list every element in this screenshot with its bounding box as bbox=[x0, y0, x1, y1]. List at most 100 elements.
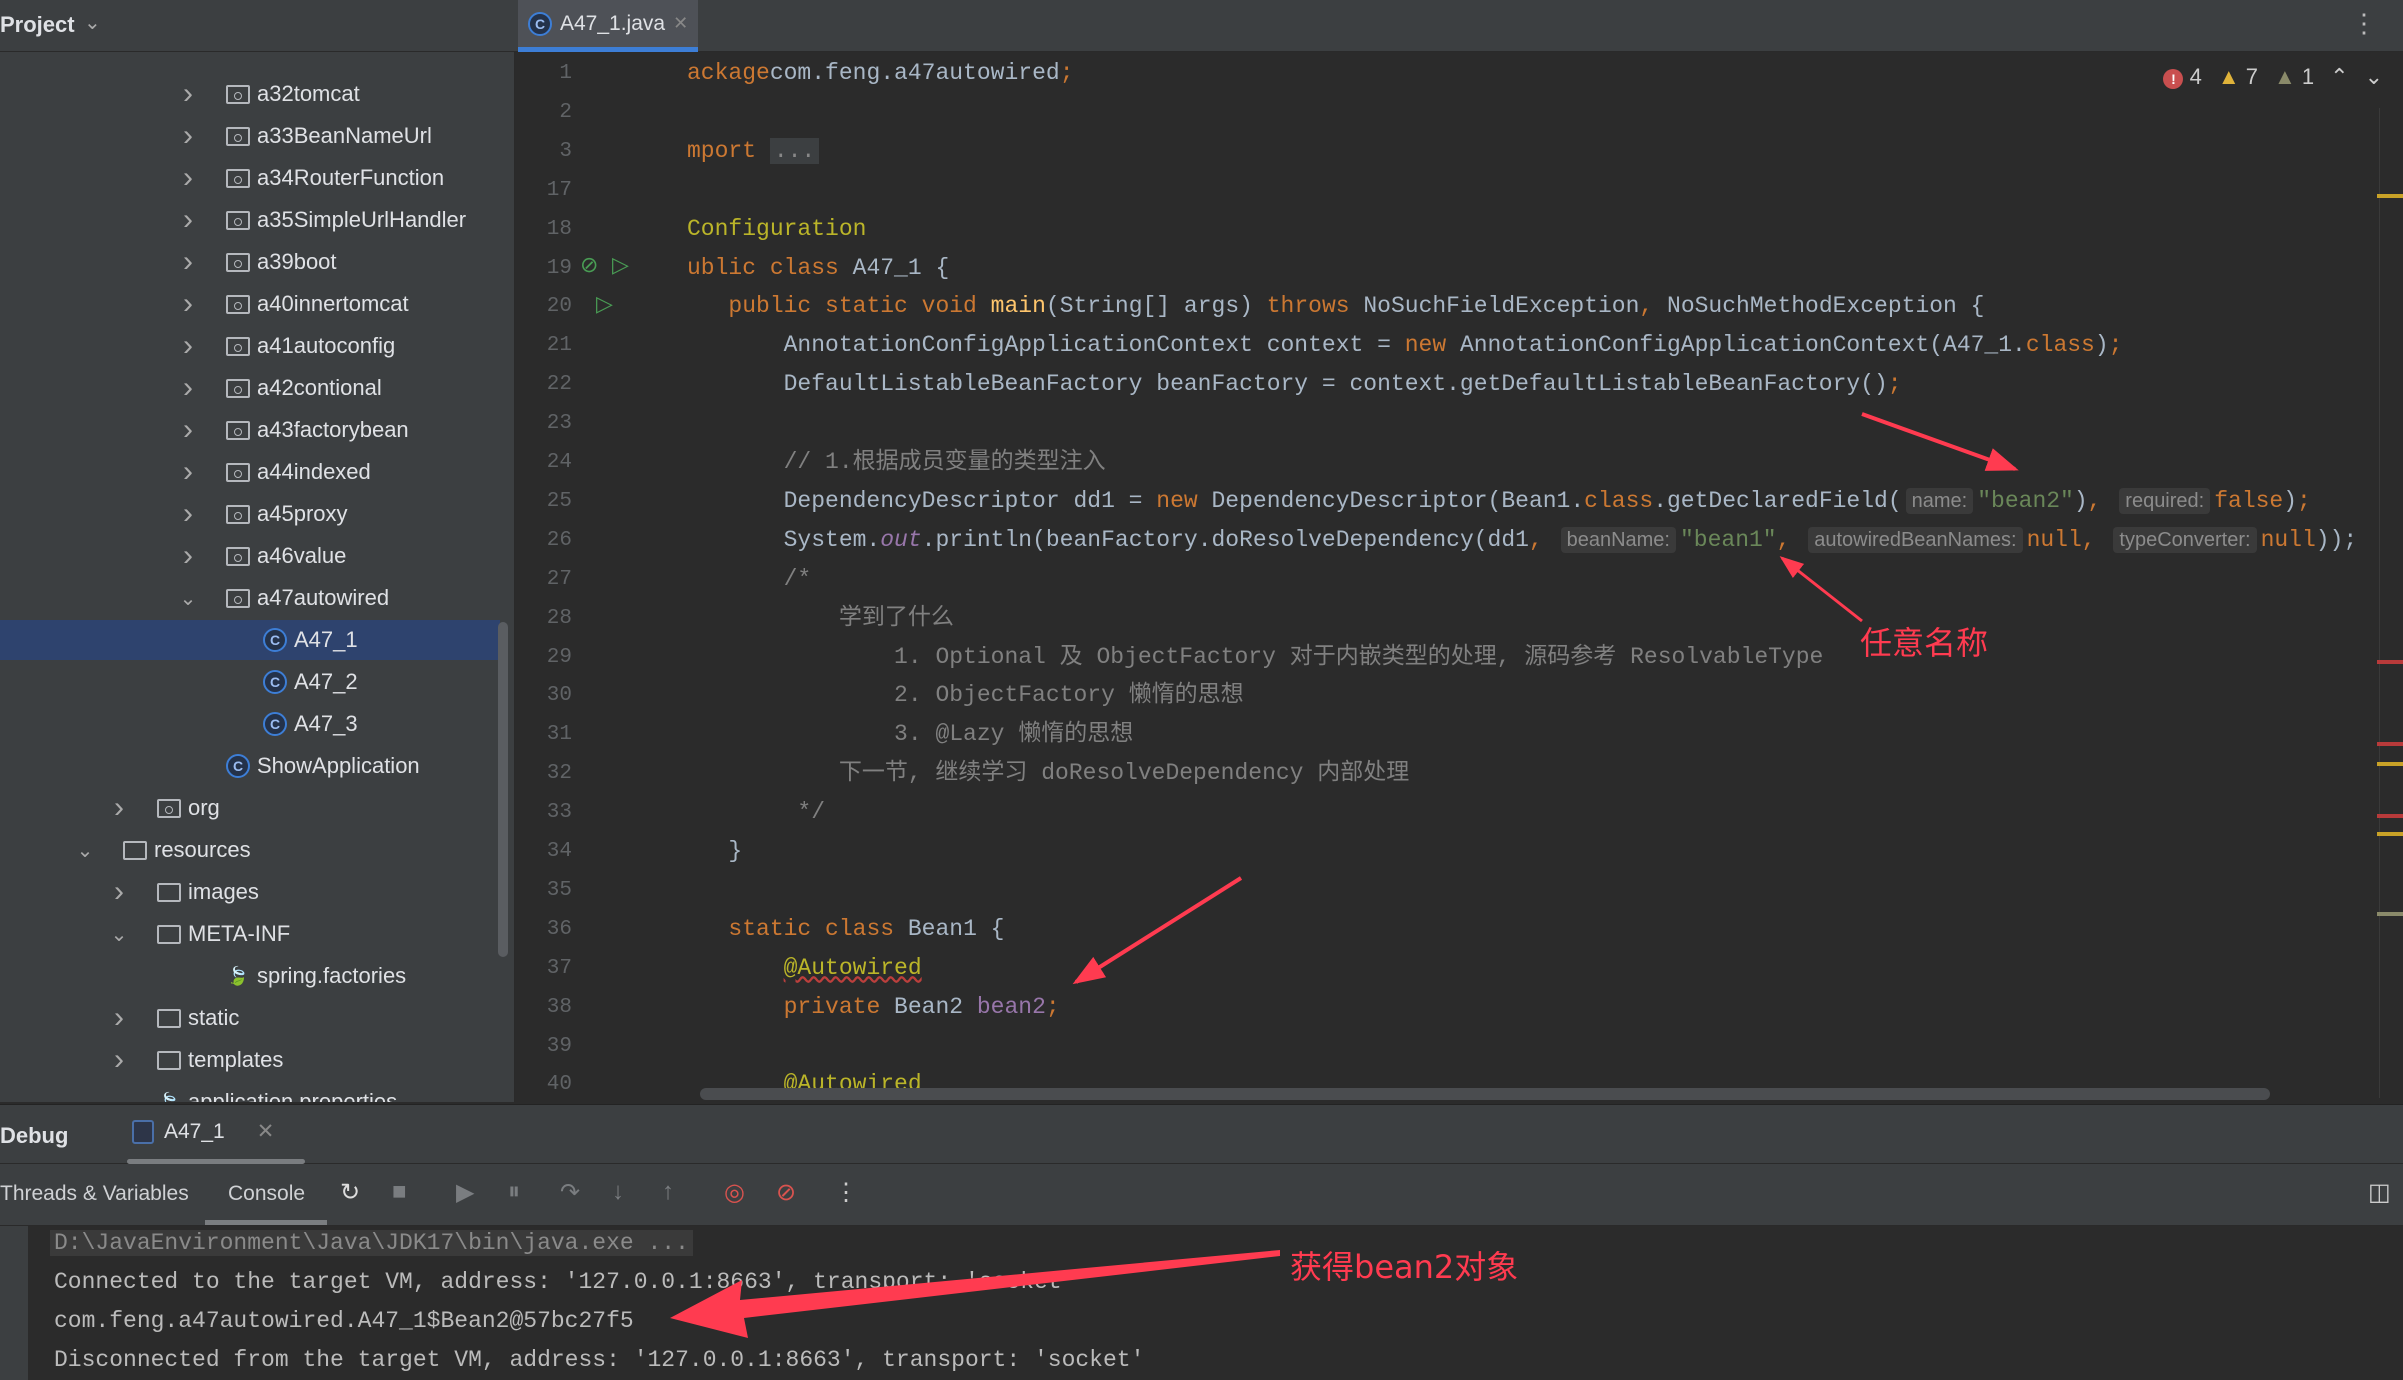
bean-icon[interactable]: ⊘ bbox=[580, 252, 598, 278]
tab-threads-variables[interactable]: Threads & Variables bbox=[0, 1182, 189, 1206]
more-options-icon[interactable]: ⋮ bbox=[2351, 8, 2377, 39]
horizontal-scrollbar[interactable] bbox=[700, 1088, 2270, 1100]
more-icon[interactable]: ⋮ bbox=[834, 1178, 858, 1207]
chevron-down-icon[interactable]: ⌄ bbox=[109, 922, 129, 947]
tree-item[interactable]: › a45proxy bbox=[0, 494, 500, 534]
tree-item[interactable]: › a34RouterFunction bbox=[0, 158, 500, 198]
code-editor[interactable]: ! 4 ▲ 7 ▲ 1 ⌃ ⌄ 1 ackagecom.feng.a47autow… bbox=[516, 52, 2403, 1102]
tree-item[interactable]: ⌄ resources bbox=[0, 830, 500, 870]
code-line[interactable]: AnnotationConfigApplicationContext conte… bbox=[687, 326, 2123, 365]
resume-icon[interactable]: ▶ bbox=[456, 1178, 474, 1207]
console-output[interactable]: D:\JavaEnvironment\Java\JDK17\bin\java.e… bbox=[0, 1226, 2403, 1380]
code-line[interactable]: /* bbox=[687, 560, 812, 599]
code-line[interactable]: DefaultListableBeanFactory beanFactory =… bbox=[687, 365, 1902, 404]
tab-a47-1-java[interactable]: C A47_1.java ✕ bbox=[518, 0, 698, 52]
close-icon[interactable]: ✕ bbox=[257, 1119, 275, 1144]
code-line[interactable]: ublic class A47_1 { bbox=[687, 249, 949, 288]
pause-icon[interactable]: ⏸ bbox=[508, 1178, 520, 1206]
chevron-right-icon[interactable]: › bbox=[178, 161, 198, 195]
tree-item[interactable]: › a33BeanNameUrl bbox=[0, 116, 500, 156]
tree-item[interactable]: › templates bbox=[0, 1040, 500, 1080]
code-line[interactable]: public static void main(String[] args) t… bbox=[687, 287, 1984, 326]
chevron-right-icon[interactable]: › bbox=[109, 1043, 129, 1077]
tree-item[interactable]: C A47_1 bbox=[0, 620, 500, 660]
chevron-down-icon[interactable]: ⌄ bbox=[84, 10, 101, 35]
chevron-down-icon[interactable]: ⌄ bbox=[178, 586, 198, 611]
close-icon[interactable]: ✕ bbox=[673, 13, 688, 34]
step-out-icon[interactable]: ↑ bbox=[662, 1178, 674, 1206]
code-line[interactable]: System.out.println(beanFactory.doResolve… bbox=[687, 521, 2357, 560]
code-line[interactable]: @Autowired bbox=[687, 949, 922, 988]
tree-item[interactable]: › a40innertomcat bbox=[0, 284, 500, 324]
tree-item[interactable]: 🍃 spring.factories bbox=[0, 956, 500, 996]
chevron-right-icon[interactable]: › bbox=[178, 413, 198, 447]
step-over-icon[interactable]: ↷ bbox=[560, 1178, 580, 1207]
step-into-icon[interactable]: ↓ bbox=[612, 1178, 624, 1206]
tree-item[interactable]: ⌄ META-INF bbox=[0, 914, 500, 954]
code-line[interactable]: // 1.根据成员变量的类型注入 bbox=[687, 443, 1106, 482]
sidebar-scrollbar[interactable] bbox=[498, 622, 508, 957]
chevron-right-icon[interactable]: › bbox=[178, 371, 198, 405]
tree-item[interactable]: › images bbox=[0, 872, 500, 912]
code-line[interactable]: 学到了什么 bbox=[687, 599, 954, 638]
run-icon[interactable]: ▷ bbox=[596, 291, 613, 317]
tree-item-label: A47_2 bbox=[294, 669, 358, 694]
tree-item[interactable]: C A47_3 bbox=[0, 704, 500, 744]
project-title[interactable]: Project bbox=[0, 12, 75, 38]
tree-item[interactable]: › a42contional bbox=[0, 368, 500, 408]
chevron-right-icon[interactable]: › bbox=[178, 455, 198, 489]
tree-item[interactable]: › static bbox=[0, 998, 500, 1038]
code-line[interactable]: DependencyDescriptor dd1 = new Dependenc… bbox=[687, 482, 2311, 521]
mute-breakpoints-icon[interactable]: ⊘ bbox=[776, 1178, 796, 1207]
tree-item[interactable]: C ShowApplication bbox=[0, 746, 500, 786]
chevron-down-icon[interactable]: ⌄ bbox=[75, 838, 95, 863]
tree-item[interactable]: › a35SimpleUrlHandler bbox=[0, 200, 500, 240]
layout-icon[interactable]: ◫ bbox=[2368, 1178, 2391, 1207]
stop-icon[interactable]: ■ bbox=[392, 1178, 407, 1206]
code-line[interactable]: } bbox=[687, 832, 742, 871]
tree-item[interactable]: › a44indexed bbox=[0, 452, 500, 492]
run-icon[interactable]: ▷ bbox=[612, 252, 629, 278]
code-line[interactable]: 2. ObjectFactory 懒惰的思想 bbox=[687, 676, 1244, 715]
annotation-got-bean2: 获得bean2对象 bbox=[1290, 1248, 1519, 1286]
chevron-right-icon[interactable]: › bbox=[109, 875, 129, 909]
chevron-right-icon[interactable]: › bbox=[178, 539, 198, 573]
tree-item[interactable]: ⌄ a47autowired bbox=[0, 578, 500, 618]
next-highlight-icon[interactable]: ⌄ bbox=[2365, 64, 2383, 90]
chevron-right-icon[interactable]: › bbox=[178, 245, 198, 279]
code-line[interactable]: mport ... bbox=[687, 132, 820, 171]
tree-item[interactable]: › org bbox=[0, 788, 500, 828]
tree-item[interactable]: › a39boot bbox=[0, 242, 500, 282]
rerun-icon[interactable]: ↻ bbox=[340, 1178, 360, 1207]
tree-item[interactable]: › a32tomcat bbox=[0, 74, 500, 114]
view-breakpoints-icon[interactable]: ◎ bbox=[724, 1178, 745, 1207]
debug-session-tab[interactable]: A47_1 ✕ bbox=[132, 1119, 274, 1144]
chevron-right-icon[interactable]: › bbox=[178, 329, 198, 363]
code-line[interactable]: private Bean2 bean2; bbox=[687, 988, 1060, 1027]
chevron-right-icon[interactable]: › bbox=[178, 119, 198, 153]
tree-item[interactable]: › a46value bbox=[0, 536, 500, 576]
chevron-right-icon[interactable]: › bbox=[178, 203, 198, 237]
chevron-right-icon[interactable]: › bbox=[109, 791, 129, 825]
tree-item[interactable]: C A47_2 bbox=[0, 662, 500, 702]
package-icon bbox=[225, 419, 251, 441]
chevron-right-icon[interactable]: › bbox=[178, 77, 198, 111]
code-line[interactable]: 1. Optional 及 ObjectFactory 对于内嵌类型的处理, 源… bbox=[687, 638, 1823, 677]
tree-item[interactable]: 🍃 application.properties bbox=[0, 1082, 500, 1102]
code-line[interactable]: */ bbox=[687, 793, 825, 832]
previous-highlight-icon[interactable]: ⌃ bbox=[2330, 64, 2348, 90]
code-token: private bbox=[783, 993, 895, 1020]
tree-item[interactable]: › a43factorybean bbox=[0, 410, 500, 450]
code-line[interactable]: Configuration bbox=[687, 210, 866, 249]
inspection-widget[interactable]: ! 4 ▲ 7 ▲ 1 ⌃ ⌄ bbox=[2163, 64, 2383, 90]
code-line[interactable]: ackagecom.feng.a47autowired; bbox=[687, 54, 1074, 93]
chevron-right-icon[interactable]: › bbox=[178, 287, 198, 321]
tab-console[interactable]: Console bbox=[228, 1182, 305, 1206]
code-line[interactable]: 下一节, 继续学习 doResolveDependency 内部处理 bbox=[687, 754, 1409, 793]
vertical-scrollbar[interactable] bbox=[2377, 108, 2403, 1098]
code-line[interactable]: static class Bean1 { bbox=[687, 910, 1004, 949]
chevron-right-icon[interactable]: › bbox=[178, 497, 198, 531]
chevron-right-icon[interactable]: › bbox=[109, 1001, 129, 1035]
code-line[interactable]: 3. @Lazy 懒惰的思想 bbox=[687, 715, 1133, 754]
tree-item[interactable]: › a41autoconfig bbox=[0, 326, 500, 366]
